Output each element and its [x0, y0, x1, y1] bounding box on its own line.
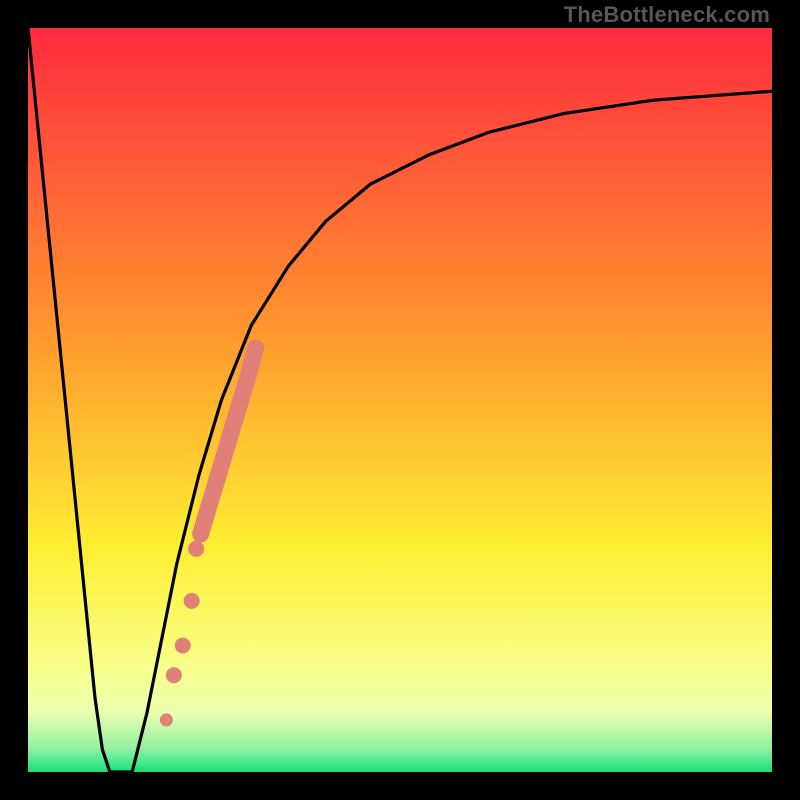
chart-frame: TheBottleneck.com: [0, 0, 800, 800]
highlight-dot: [175, 638, 191, 654]
highlight-dot: [184, 593, 200, 609]
plot-area: [28, 28, 772, 772]
watermark-text: TheBottleneck.com: [564, 2, 770, 28]
highlight-dot: [160, 713, 173, 726]
gradient-background: [28, 28, 772, 772]
highlight-dot: [188, 541, 204, 557]
chart-svg: [28, 28, 772, 772]
highlight-dot: [166, 667, 182, 683]
